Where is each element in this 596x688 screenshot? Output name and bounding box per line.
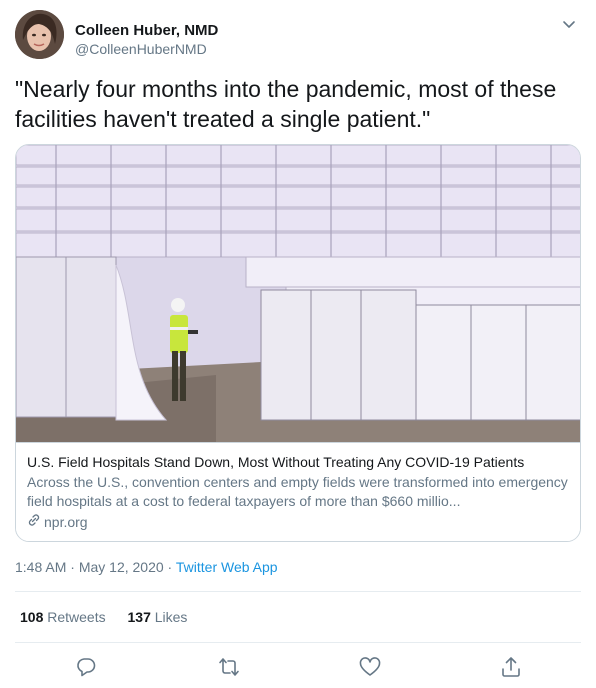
link-icon (27, 513, 41, 532)
like-icon[interactable] (359, 656, 381, 678)
user-handle[interactable]: @ColleenHuberNMD (75, 41, 207, 57)
divider (15, 591, 581, 592)
card-domain-text: npr.org (44, 514, 88, 530)
tweet-time[interactable]: 1:48 AM (15, 559, 66, 575)
card-title[interactable]: U.S. Field Hospitals Stand Down, Most Wi… (27, 453, 569, 472)
card-description: Across the U.S., convention centers and … (27, 474, 568, 509)
likes-count: 137 (127, 609, 151, 625)
card-domain[interactable]: npr.org (27, 513, 569, 532)
tweet-actions (0, 652, 596, 684)
retweets-count: 108 (20, 609, 44, 625)
reply-icon[interactable] (75, 656, 97, 678)
tweet-stats: 108 Retweets 137 Likes (20, 609, 205, 625)
avatar[interactable] (15, 10, 64, 59)
likes-label: Likes (154, 609, 188, 625)
likes-stat[interactable]: 137 Likes (128, 609, 188, 625)
retweet-icon[interactable] (218, 656, 240, 678)
tweet-source-app[interactable]: Twitter Web App (176, 559, 278, 575)
tweet-meta: 1:48 AM · May 12, 2020 · Twitter Web App (15, 559, 278, 575)
divider (15, 642, 581, 643)
tweet-date[interactable]: May 12, 2020 (79, 559, 164, 575)
share-icon[interactable] (500, 656, 522, 678)
card-image (16, 145, 580, 442)
meta-separator: · (66, 559, 79, 575)
card-body: U.S. Field Hospitals Stand Down, Most Wi… (16, 442, 580, 541)
tweet-header: Colleen Huber, NMD @ColleenHuberNMD (15, 10, 581, 60)
tweet-text: "Nearly four months into the pandemic, m… (15, 76, 563, 132)
retweets-stat[interactable]: 108 Retweets (20, 609, 106, 625)
retweets-label: Retweets (47, 609, 106, 625)
user-name[interactable]: Colleen Huber, NMD (75, 22, 218, 39)
chevron-down-icon[interactable] (561, 16, 577, 32)
meta-separator: · (163, 559, 176, 575)
link-card[interactable]: U.S. Field Hospitals Stand Down, Most Wi… (15, 144, 581, 542)
